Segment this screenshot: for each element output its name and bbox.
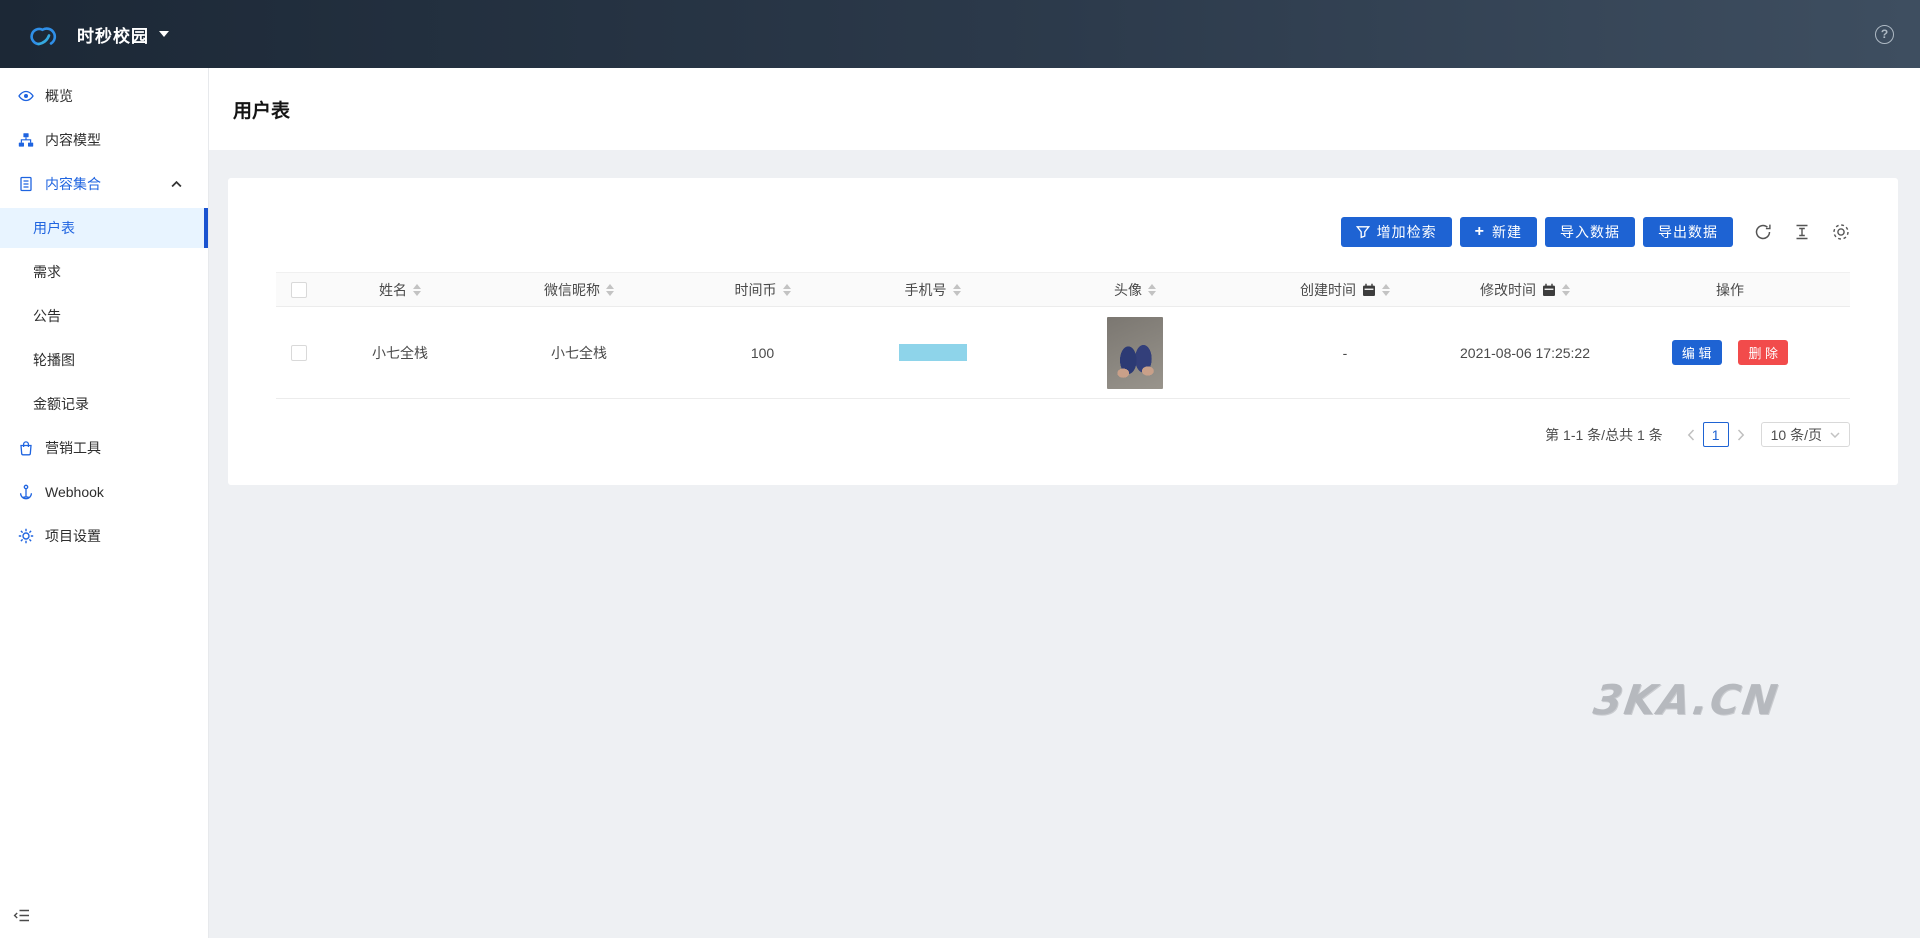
sidebar-item-content-model[interactable]: 内容模型 [0, 120, 208, 160]
select-all-checkbox[interactable] [291, 282, 307, 298]
row-height-icon[interactable] [1793, 223, 1811, 241]
collection-icon [18, 176, 34, 192]
sort-icon [1148, 284, 1156, 296]
header-select-all [276, 273, 322, 307]
calendar-icon [1362, 283, 1376, 297]
column-header-avatar[interactable]: 头像 [1020, 273, 1250, 307]
page-size-select[interactable]: 10 条/页 [1761, 422, 1850, 447]
chevron-up-icon[interactable] [171, 181, 182, 188]
chevron-down-icon [1830, 432, 1840, 438]
next-page-icon[interactable] [1737, 429, 1745, 441]
project-title[interactable]: 时秒校园 [77, 22, 149, 47]
sort-icon [1562, 284, 1570, 296]
sidebar-item-carousel[interactable]: 轮播图 [0, 340, 208, 380]
sidebar-item-label: 营销工具 [45, 438, 101, 458]
column-header-updated-at[interactable]: 修改时间 [1440, 273, 1610, 307]
sidebar-item-demand[interactable]: 需求 [0, 252, 208, 292]
watermark: 3KA.CN [1591, 676, 1783, 724]
topbar: 时秒校园 ? [0, 0, 1920, 68]
phone-redacted-block [899, 344, 967, 361]
cell-updated-at: 2021-08-06 17:25:22 [1440, 307, 1610, 399]
main-content: 用户表 增加检索 + 新建 导入数据 导出数据 [209, 68, 1920, 938]
delete-button[interactable]: 删 除 [1738, 340, 1788, 365]
help-icon[interactable]: ? [1875, 25, 1894, 44]
cloudbase-logo-icon [26, 21, 62, 48]
sidebar-item-label: 内容模型 [45, 130, 101, 150]
edit-button[interactable]: 编 辑 [1672, 340, 1722, 365]
sidebar-item-label: 轮播图 [33, 350, 75, 370]
sidebar-item-label: Webhook [45, 484, 104, 500]
prev-page-icon[interactable] [1687, 429, 1695, 441]
sort-icon [1382, 284, 1390, 296]
table-row: 小七全栈 小七全栈 100 - 2021-08-06 17:25:22 编 辑 … [276, 307, 1850, 399]
sort-icon [783, 284, 791, 296]
page-header: 用户表 [209, 68, 1920, 150]
cell-name: 小七全栈 [322, 307, 478, 399]
chevron-down-icon[interactable] [159, 31, 169, 37]
sidebar-item-label: 公告 [33, 306, 61, 326]
cell-nickname: 小七全栈 [478, 307, 680, 399]
sitemap-icon [18, 132, 34, 148]
column-header-actions: 操作 [1610, 273, 1850, 307]
add-filter-button[interactable]: 增加检索 [1341, 217, 1452, 247]
cell-created-at: - [1250, 307, 1440, 399]
avatar-image[interactable] [1107, 317, 1163, 389]
pagination-summary: 第 1-1 条/总共 1 条 [1545, 425, 1662, 445]
cell-time-coin: 100 [680, 307, 845, 399]
column-header-nickname[interactable]: 微信昵称 [478, 273, 680, 307]
sidebar-item-label: 金额记录 [33, 394, 89, 414]
menu-fold-icon[interactable] [13, 907, 30, 924]
pagination: 第 1-1 条/总共 1 条 1 10 条/页 [276, 422, 1850, 447]
sidebar-item-users-table[interactable]: 用户表 [0, 208, 208, 248]
table-toolbar: 增加检索 + 新建 导入数据 导出数据 [276, 217, 1850, 247]
column-header-time-coin[interactable]: 时间币 [680, 273, 845, 307]
cell-actions: 编 辑 删 除 [1610, 307, 1850, 399]
calendar-icon [1542, 283, 1556, 297]
column-header-phone[interactable]: 手机号 [845, 273, 1020, 307]
column-header-created-at[interactable]: 创建时间 [1250, 273, 1440, 307]
sidebar: 概览 内容模型 内容集合 用户表 需求 公告 轮播图 金额记录 营销工具 [0, 68, 209, 938]
eye-icon [18, 88, 34, 104]
sidebar-item-label: 概览 [45, 86, 73, 106]
webhook-icon [18, 484, 34, 500]
settings-icon[interactable] [1832, 223, 1850, 241]
row-checkbox[interactable] [291, 345, 307, 361]
sidebar-item-announcement[interactable]: 公告 [0, 296, 208, 336]
sidebar-item-amount-records[interactable]: 金额记录 [0, 384, 208, 424]
sort-icon [413, 284, 421, 296]
cell-avatar [1020, 307, 1250, 399]
table-header-row: 姓名 微信昵称 时间币 手机号 [276, 273, 1850, 307]
cell-phone [845, 307, 1020, 399]
create-button[interactable]: + 新建 [1460, 217, 1537, 247]
sidebar-item-label: 内容集合 [45, 174, 101, 194]
funnel-icon [1356, 225, 1370, 239]
sidebar-item-overview[interactable]: 概览 [0, 76, 208, 116]
sort-icon [606, 284, 614, 296]
users-table: 姓名 微信昵称 时间币 手机号 [276, 272, 1850, 399]
gear-icon [18, 528, 34, 544]
row-select-cell [276, 307, 322, 399]
refresh-icon[interactable] [1754, 223, 1772, 241]
column-header-name[interactable]: 姓名 [322, 273, 478, 307]
content-card: 增加检索 + 新建 导入数据 导出数据 [228, 178, 1898, 485]
sidebar-item-label: 项目设置 [45, 526, 101, 546]
export-data-button[interactable]: 导出数据 [1643, 217, 1733, 247]
bag-icon [18, 440, 34, 456]
sort-icon [953, 284, 961, 296]
plus-icon: + [1475, 224, 1485, 240]
sidebar-item-content-collection[interactable]: 内容集合 [0, 164, 208, 204]
current-page-button[interactable]: 1 [1703, 422, 1729, 447]
sidebar-item-label: 需求 [33, 262, 61, 282]
sidebar-item-label: 用户表 [33, 218, 75, 238]
sidebar-item-project-settings[interactable]: 项目设置 [0, 516, 208, 556]
import-data-button[interactable]: 导入数据 [1545, 217, 1635, 247]
sidebar-item-marketing-tools[interactable]: 营销工具 [0, 428, 208, 468]
page-title: 用户表 [233, 96, 290, 123]
sidebar-item-webhook[interactable]: Webhook [0, 472, 208, 512]
